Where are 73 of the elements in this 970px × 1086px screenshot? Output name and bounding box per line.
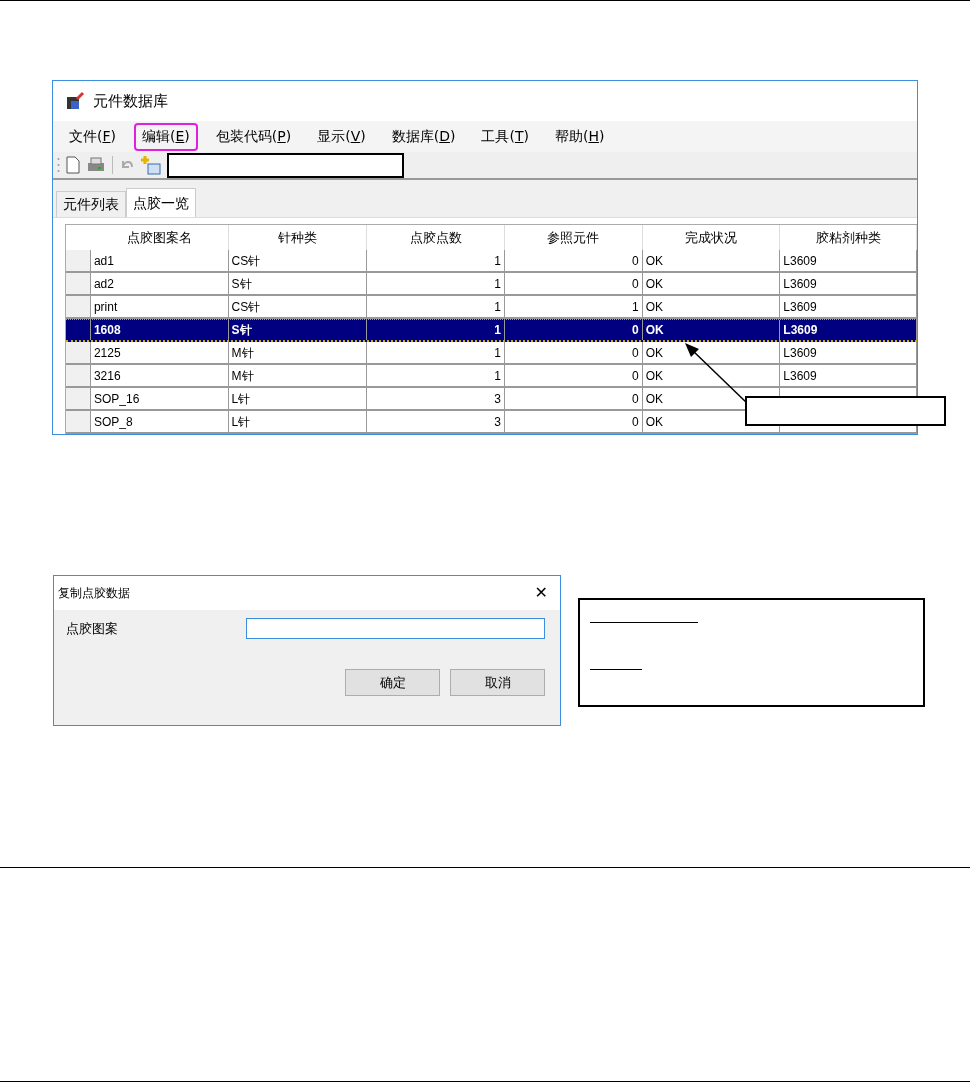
table-cell-text: print: [93, 298, 118, 316]
table-cell-text: 3: [494, 413, 501, 431]
tab[interactable]: 点胶一览: [126, 188, 196, 217]
table-cell-text: 0: [631, 344, 639, 362]
row-header[interactable]: [66, 388, 91, 409]
row-header[interactable]: [66, 342, 91, 363]
table-cell-text: L3609: [783, 322, 818, 339]
table-cell-text: 1: [494, 298, 501, 316]
row-header[interactable]: [66, 250, 91, 271]
close-button[interactable]: ✕: [526, 581, 556, 605]
table-cell-text: SOP_16: [93, 390, 140, 408]
field-label: 点胶图案: [66, 619, 119, 638]
table-cell-text: M针: [231, 367, 254, 385]
table-cell-text: OK: [645, 298, 663, 316]
table-cell-text: OK: [645, 344, 663, 362]
table-cell-text: 1: [494, 344, 501, 362]
table-cell-text: SOP_8: [93, 413, 133, 431]
table-cell-text: OK: [645, 252, 663, 270]
menu-item[interactable]: 帮助(H): [546, 122, 613, 151]
new-document-icon[interactable]: [66, 156, 80, 175]
row-header[interactable]: [66, 296, 91, 317]
menu-item[interactable]: 包装代码(P): [207, 122, 300, 151]
table-cell-text: 0: [631, 275, 639, 293]
row-header[interactable]: [66, 411, 91, 432]
tab[interactable]: 元件列表: [56, 191, 126, 217]
grip-icon: [57, 156, 60, 175]
menu-item[interactable]: 工具(T): [473, 122, 537, 151]
table-cell-text: OK: [645, 322, 664, 339]
add-table-icon[interactable]: [141, 155, 161, 176]
table-cell-text: OK: [645, 367, 663, 385]
menu-item[interactable]: 文件(F): [61, 122, 124, 151]
table-cell-text: L针: [231, 390, 251, 408]
table-cell-text: L3609: [783, 344, 817, 362]
table-cell-text: S针: [231, 275, 252, 293]
table-cell-text: 1: [494, 367, 501, 385]
row-header[interactable]: [66, 273, 91, 294]
table-cell-text: 1: [494, 322, 501, 339]
table-cell-text: 1608: [93, 322, 121, 339]
table-cell-text: M针: [231, 344, 254, 362]
dialog-button[interactable]: 确定: [345, 669, 440, 696]
table-cell-text: 3: [494, 390, 501, 408]
dialog-button[interactable]: 取消: [450, 669, 545, 696]
chip-pencil-icon: [65, 90, 85, 111]
table-cell-text: 1: [631, 298, 639, 316]
menu-item[interactable]: 编辑(E): [134, 122, 198, 151]
table-cell-text: OK: [645, 413, 663, 431]
table-cell-text: S针: [231, 322, 252, 339]
table-cell-text: CS针: [231, 298, 261, 316]
table-cell-text: OK: [645, 390, 663, 408]
table-cell-text: ad2: [93, 275, 114, 293]
table-cell-text: 1: [494, 275, 501, 293]
table-cell-text: L3609: [783, 275, 817, 293]
table-cell-text: 1: [494, 252, 501, 270]
window-title: 元件数据库: [93, 90, 168, 112]
table-cell-text: 2125: [93, 344, 121, 362]
table-cell-text: 0: [631, 322, 639, 339]
table-cell-text: L针: [231, 413, 251, 431]
table-cell-text: CS针: [231, 252, 261, 270]
table-cell-text: 0: [631, 252, 639, 270]
menu-item[interactable]: 数据库(D): [383, 122, 464, 151]
table-cell-text: L3609: [783, 252, 817, 270]
table-cell-text: OK: [645, 275, 663, 293]
dialog-title: 复制点胶数据: [58, 585, 130, 602]
table-cell-text: 3216: [93, 367, 121, 385]
table-cell-text: L3609: [783, 298, 817, 316]
row-header[interactable]: [66, 365, 91, 386]
table-cell-text: 0: [631, 413, 639, 431]
input-field[interactable]: [246, 618, 545, 639]
menu-item[interactable]: 显示(V): [309, 122, 374, 151]
table-cell-text: 0: [631, 390, 639, 408]
table-cell-text: ad1: [93, 252, 114, 270]
table-cell-text: L3609: [783, 367, 817, 385]
table-cell-text: 0: [631, 367, 639, 385]
